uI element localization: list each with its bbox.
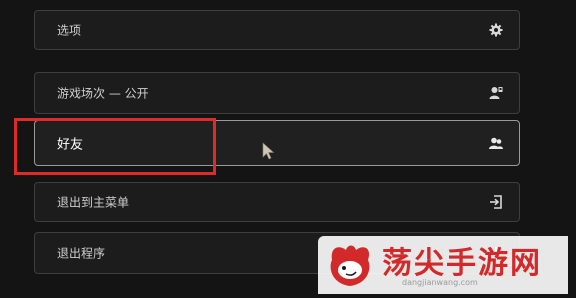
watermark: 荡尖手游网 dangjianwang.com (318, 236, 568, 294)
highlight-annotation-box (14, 118, 216, 175)
watermark-url: dangjianwang.com (402, 278, 478, 287)
menu-item-label: 退出程序 (57, 246, 106, 261)
menu-item-game-session[interactable]: 游戏场次 — 公开 (34, 72, 520, 114)
menu-item-label: 选项 (57, 23, 82, 38)
exit-door-icon (489, 195, 503, 209)
menu-item-exit-to-main-menu[interactable]: 退出到主菜单 (34, 182, 520, 222)
menu-item-label: 游戏场次 — 公开 (57, 86, 149, 101)
friends-icon (489, 136, 503, 150)
mouse-cursor-icon (262, 142, 276, 160)
watermark-text: 荡尖手游网 (382, 246, 542, 281)
menu-item-label: 退出到主菜单 (57, 195, 130, 210)
menu-item-options[interactable]: 选项 (34, 10, 520, 50)
gear-icon (489, 23, 503, 37)
person-lock-icon (489, 86, 503, 100)
watermark-logo-icon (324, 240, 376, 290)
